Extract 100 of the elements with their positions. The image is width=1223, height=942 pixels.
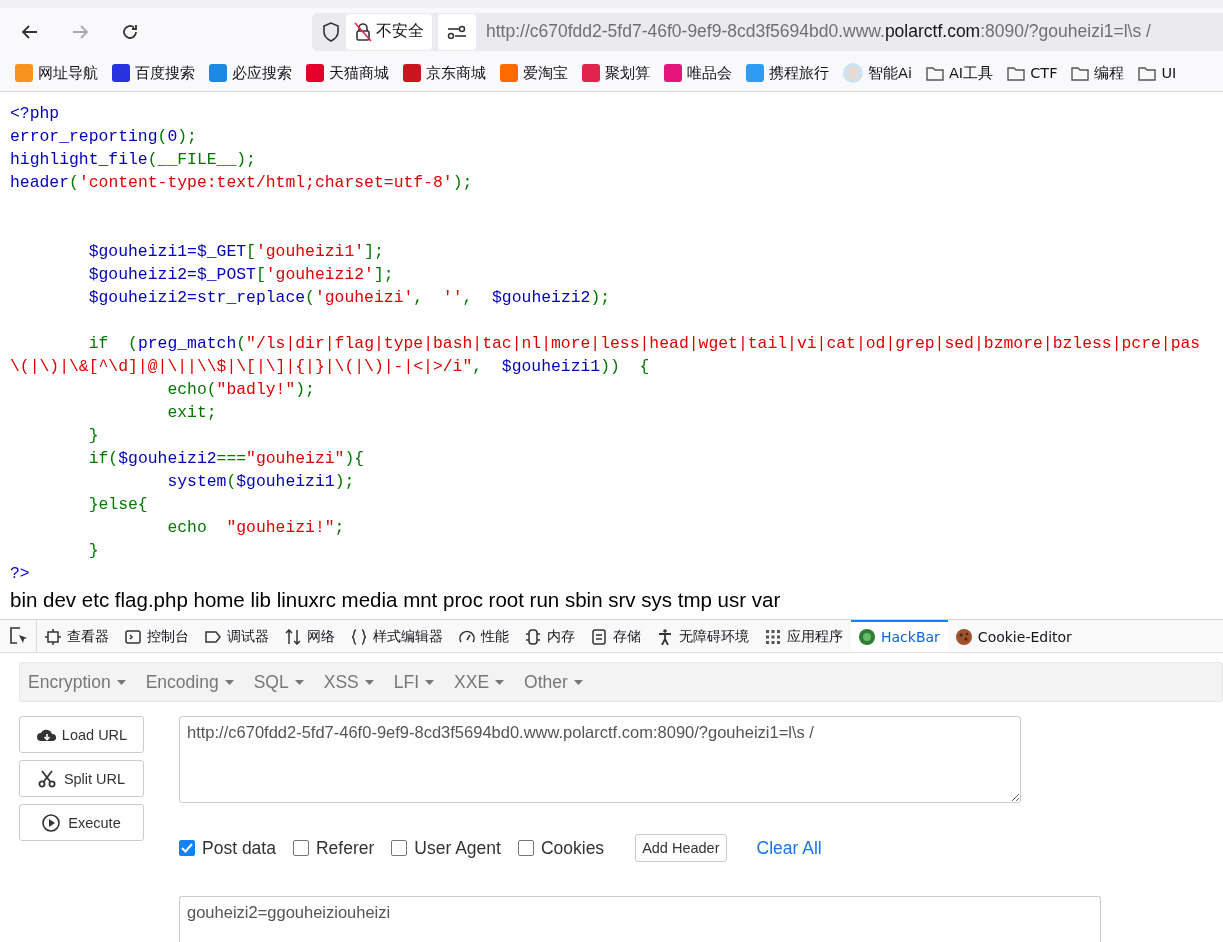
folder-icon	[1138, 65, 1157, 81]
site-logo-icon	[15, 64, 33, 82]
menu-dropdown[interactable]: XSS	[315, 663, 382, 701]
devtools-tab[interactable]: HackBar	[851, 620, 948, 652]
bookmark-link[interactable]: 必应搜索	[209, 63, 292, 83]
code-text: ];	[364, 242, 384, 261]
checkmark-icon	[181, 843, 193, 853]
code-text: ,	[462, 288, 474, 307]
bookmark-link[interactable]: 网址导航	[15, 63, 98, 83]
menu-dropdown[interactable]: LFI	[385, 663, 443, 701]
code-text: }	[87, 426, 99, 445]
folder-icon	[1071, 65, 1090, 81]
code-text: ];	[373, 265, 394, 284]
caret-icon	[425, 679, 435, 685]
bookmark-link[interactable]: 智能Ai	[843, 63, 912, 83]
site-logo-icon	[582, 64, 600, 82]
devtools-tab[interactable]: 查看器	[37, 620, 117, 652]
code-text: (	[305, 288, 315, 307]
checkbox-label: Cookies	[540, 837, 605, 859]
checkbox[interactable]	[391, 840, 408, 856]
sliders-icon	[447, 24, 467, 39]
bookmark-link[interactable]: 唯品会	[664, 63, 732, 83]
add-header-button[interactable]: Add Header	[635, 834, 727, 862]
bookmark-link[interactable]: CTF	[1007, 65, 1058, 81]
caret-icon	[495, 679, 505, 685]
code-text: (__FILE__);	[147, 150, 256, 169]
devtools-tab[interactable]: 样式编辑器	[343, 620, 451, 652]
code-text: ?>	[10, 564, 30, 583]
code-text: header	[10, 173, 70, 192]
bookmark-link[interactable]: UI	[1138, 65, 1177, 81]
site-logo-icon	[209, 64, 227, 82]
caret-icon	[224, 679, 234, 685]
code-text: echo	[166, 518, 208, 537]
devtools-tab[interactable]: Cookie-Editor	[947, 620, 1080, 652]
permissions-button[interactable]	[438, 13, 476, 50]
menu-dropdown[interactable]: XXE	[446, 663, 513, 701]
url-input[interactable]: http://c670fdd2-5fd7-46f0-9ef9-8cd3f5694bd0.www.polarctf.com:8090/?gouheizi1=l\s /	[179, 716, 1021, 803]
inspector-icon	[45, 629, 61, 645]
code-text: (	[236, 334, 247, 353]
code-text: 'gouheizi1'	[255, 242, 365, 261]
code-text: 'gouheizi2'	[265, 265, 374, 284]
code-text: 'content-type:text/html;charset=utf-8'	[78, 173, 453, 192]
bookmark-link[interactable]: 京东商城	[403, 63, 486, 83]
checkbox-label: Post data	[202, 837, 276, 859]
bookmark-link[interactable]: 聚划算	[582, 63, 650, 83]
bookmark-link[interactable]: 百度搜索	[112, 63, 195, 83]
code-text: $gouheizi1	[501, 357, 601, 376]
bookmark-link[interactable]: AI工具	[925, 63, 994, 83]
command-output: bin dev etc flag.php home lib linuxrc media mnt proc root run sbin srv sys tmp usr var	[10, 588, 782, 612]
checkbox[interactable]	[292, 840, 309, 856]
code-text: error_reporting	[10, 127, 158, 146]
devtools-tab[interactable]: 性能	[451, 620, 517, 652]
bookmark-link[interactable]: 天猫商城	[306, 63, 389, 83]
action-button[interactable]: Split URL	[19, 760, 144, 797]
devtools-tab[interactable]: 存储	[583, 620, 649, 652]
bookmark-link[interactable]: 编程	[1071, 63, 1125, 83]
code-text: $gouheizi1=$_GET	[87, 242, 247, 261]
post-data-input[interactable]: gouheizi2=ggouheiziouheizi	[179, 896, 1101, 942]
devtools-tab[interactable]: 控制台	[117, 620, 197, 652]
code-text: (	[226, 472, 237, 491]
debugger-icon	[205, 629, 221, 645]
security-indicator[interactable]: 不安全	[346, 13, 432, 50]
action-button[interactable]: Execute	[19, 804, 144, 841]
code-text: if(	[87, 449, 119, 468]
code-text: "/ls|dir|flag|type|bash|tac|nl|more|less|head|wget|tail|vi|cat|od|grep|sed|bzmore|bzless|pcre|pas	[246, 334, 1201, 353]
caret-icon	[573, 679, 583, 685]
devtools-tab[interactable]: 网络	[277, 620, 343, 652]
code-text: }	[87, 541, 99, 560]
bookmark-link[interactable]: 爱淘宝	[500, 63, 568, 83]
devtools-tab[interactable]: 调试器	[197, 620, 277, 652]
memory-icon	[525, 629, 541, 645]
code-text: );	[452, 173, 473, 192]
checkbox-label: User Agent	[414, 837, 501, 859]
devtools-tab[interactable]: 无障碍环境	[649, 620, 757, 652]
site-logo-icon	[500, 64, 518, 82]
url-text[interactable]: http://c670fdd2-5fd7-46f0-9ef9-8cd3f5694bd0.www.polarctf.com:8090/?gouheizi1=l\s /	[486, 21, 1151, 42]
bookmark-link[interactable]: 携程旅行	[746, 63, 829, 83]
checkbox-label: Referer	[315, 837, 375, 859]
checkbox[interactable]	[517, 840, 534, 856]
menu-dropdown[interactable]: Encoding	[137, 663, 242, 701]
code-text: }else{	[87, 495, 148, 514]
menu-dropdown[interactable]: Encryption	[20, 663, 134, 701]
action-button[interactable]: Load URL	[19, 716, 144, 753]
code-text: [	[255, 265, 266, 284]
code-text: ,	[413, 288, 425, 307]
code-text: $gouheizi2=str_replace	[87, 288, 306, 307]
hackbar-logo-icon	[859, 629, 875, 645]
clear-all-link[interactable]: Clear All	[756, 837, 822, 859]
checkbox[interactable]	[179, 840, 195, 856]
devtools-tab[interactable]: 内存	[517, 620, 583, 652]
code-text: "gouheizi!"	[226, 518, 335, 537]
code-text: highlight_file	[10, 150, 148, 169]
code-text: system	[166, 472, 227, 491]
caret-icon	[364, 679, 374, 685]
braces-icon	[351, 629, 367, 645]
code-text: (	[69, 173, 79, 192]
cursor-box-icon	[10, 627, 28, 645]
menu-dropdown[interactable]: SQL	[245, 663, 312, 701]
menu-dropdown[interactable]: Other	[516, 663, 591, 701]
devtools-tab[interactable]: 应用程序	[757, 620, 851, 652]
